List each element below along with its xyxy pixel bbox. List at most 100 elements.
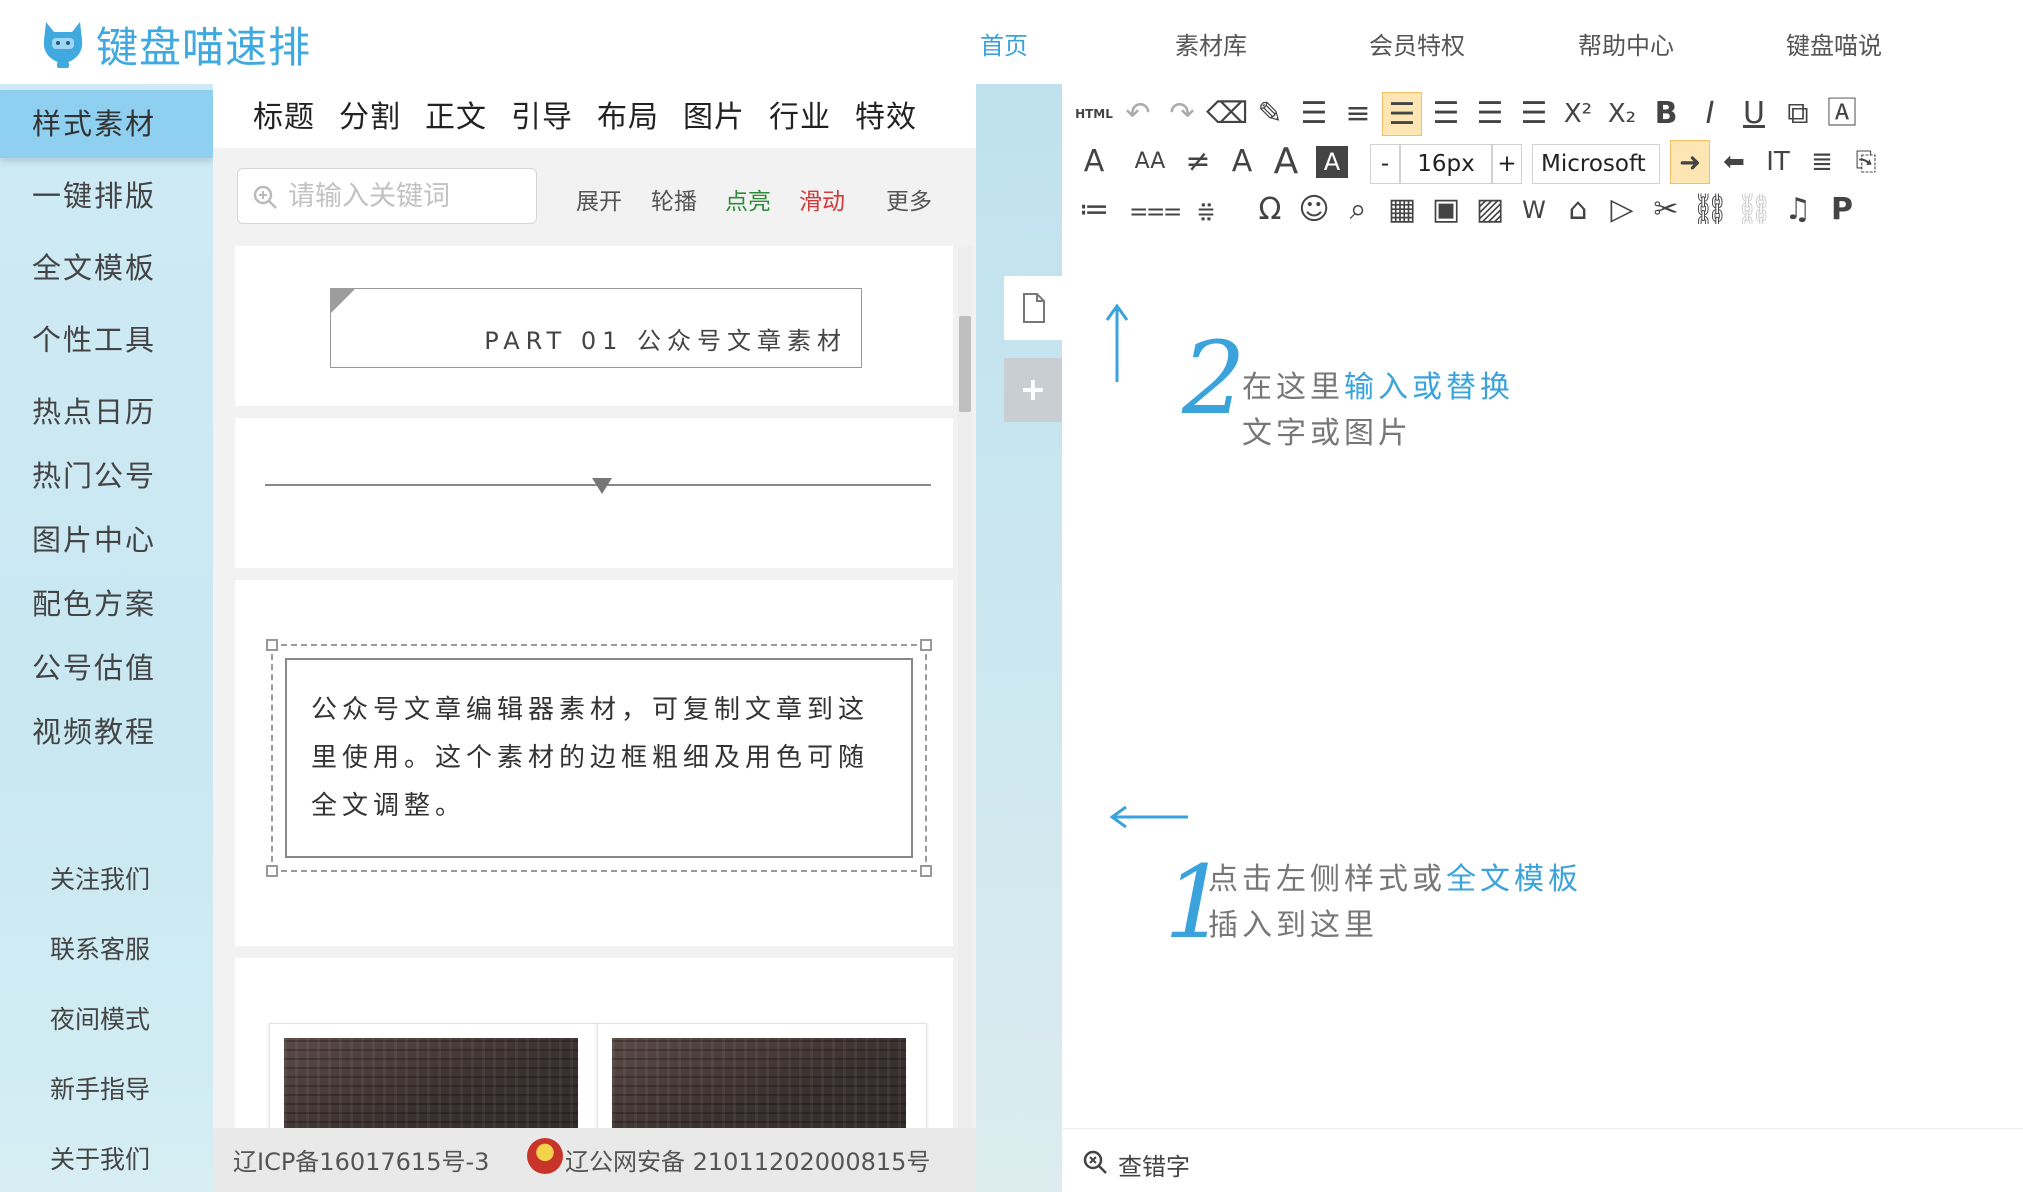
copy-style-icon[interactable]: ⎘ <box>1846 140 1886 184</box>
video-icon[interactable]: ▷ <box>1602 188 1642 232</box>
tab-industry[interactable]: 行业 <box>769 92 831 136</box>
tab-guide[interactable]: 引导 <box>511 92 573 136</box>
format-painter-icon[interactable]: ✎ <box>1250 92 1290 136</box>
sidebar-item-images[interactable]: 图片中心 <box>0 506 213 574</box>
insert-frame-icon[interactable]: ⧉ <box>1778 92 1818 136</box>
unlink-icon[interactable]: ⛓ <box>1734 188 1774 232</box>
arrow-left-circle-icon[interactable]: ⬅ <box>1714 140 1754 184</box>
tab-title[interactable]: 标题 <box>253 92 315 136</box>
card-part-title[interactable]: PART 01 公众号文章素材 <box>235 246 953 406</box>
emoji-icon[interactable]: ☺ <box>1294 188 1334 232</box>
background-pattern-icon[interactable]: ▨ <box>1470 188 1510 232</box>
resize-handle[interactable] <box>266 865 278 877</box>
line-spacing-icon[interactable]: ≡ <box>1338 92 1378 136</box>
bold-icon[interactable]: B <box>1646 92 1686 136</box>
font-color-icon[interactable]: A <box>1074 140 1114 184</box>
music-icon[interactable]: ♫ <box>1778 188 1818 232</box>
sidebar-item-videos[interactable]: 视频教程 <box>0 698 213 766</box>
sidebar-item-calendar[interactable]: 热点日历 <box>0 378 213 446</box>
font-border-icon[interactable]: 🄰 <box>1822 92 1862 136</box>
strikethrough-icon[interactable]: ≠ <box>1178 140 1218 184</box>
font-grow-icon[interactable]: A <box>1266 140 1306 184</box>
document-button[interactable] <box>1004 276 1062 340</box>
arrow-right-circle-icon[interactable]: ➜ <box>1670 140 1710 184</box>
list-icon[interactable]: ≣ <box>1802 140 1842 184</box>
panel-scrollbar[interactable] <box>958 246 972 1128</box>
filter-expand[interactable]: 展开 <box>576 182 622 216</box>
align-right-icon[interactable]: ☰ <box>1470 92 1510 136</box>
card-body-text[interactable]: 公众号文章编辑器素材，可复制文章到这里使用。这个素材的边框粗细及用色可随全文调整… <box>235 580 953 946</box>
subscript-icon[interactable]: X₂ <box>1602 92 1642 136</box>
sidebar-item-templates[interactable]: 全文模板 <box>0 234 213 302</box>
sidebar-item-palettes[interactable]: 配色方案 <box>0 570 213 638</box>
resize-handle[interactable] <box>920 639 932 651</box>
font-shrink-icon[interactable]: A <box>1222 140 1262 184</box>
font-family-select[interactable]: Microsoft <box>1532 144 1660 184</box>
text-direction-icon[interactable]: IT <box>1758 140 1798 184</box>
paragraph-spacing-after-icon[interactable]: ⩷ <box>1186 188 1226 232</box>
nav-materials[interactable]: 素材库 <box>1175 26 1247 61</box>
sidebar-follow-us[interactable]: 关注我们 <box>0 850 213 910</box>
filter-carousel[interactable]: 轮播 <box>651 182 697 216</box>
filter-more[interactable]: 更多 <box>886 182 932 216</box>
tab-body[interactable]: 正文 <box>425 92 487 136</box>
sidebar-about-us[interactable]: 关于我们 <box>0 1130 213 1190</box>
tab-divider[interactable]: 分割 <box>339 92 401 136</box>
add-button[interactable] <box>1004 358 1062 422</box>
letter-spacing-icon[interactable]: AA <box>1130 140 1170 184</box>
justify-icon[interactable]: ☰ <box>1514 92 1554 136</box>
nav-membership[interactable]: 会员特权 <box>1369 26 1465 61</box>
font-size-minus[interactable]: - <box>1370 144 1400 184</box>
eraser-icon[interactable]: ⌫ <box>1206 92 1248 136</box>
indent-icon[interactable]: ☰ <box>1294 92 1334 136</box>
sidebar-item-hot-accounts[interactable]: 热门公号 <box>0 442 213 510</box>
image-icon[interactable]: ▣ <box>1426 188 1466 232</box>
tab-effects[interactable]: 特效 <box>855 92 917 136</box>
background-color-icon[interactable]: A <box>1316 146 1348 178</box>
nav-home[interactable]: 首页 <box>980 26 1028 61</box>
card-images[interactable] <box>235 958 953 1128</box>
sidebar-contact-support[interactable]: 联系客服 <box>0 920 213 980</box>
underline-icon[interactable]: U <box>1734 92 1774 136</box>
clear-format-icon[interactable]: ✂ <box>1646 188 1686 232</box>
filter-slide[interactable]: 滑动 <box>799 182 845 216</box>
italic-icon[interactable]: I <box>1690 92 1730 136</box>
special-char-icon[interactable]: Ω <box>1250 188 1290 232</box>
nav-help[interactable]: 帮助中心 <box>1578 26 1674 61</box>
filter-light-up[interactable]: 点亮 <box>725 182 771 216</box>
html-source-button[interactable]: HTML <box>1074 92 1114 136</box>
undo-icon[interactable]: ↶ <box>1118 92 1158 136</box>
align-left-icon[interactable]: ☰ <box>1382 92 1422 136</box>
ordered-list-icon[interactable]: ≔ <box>1074 188 1114 232</box>
sidebar-item-valuation[interactable]: 公号估值 <box>0 634 213 702</box>
part-title-box: PART 01 公众号文章素材 <box>330 288 862 368</box>
font-size-plus[interactable]: + <box>1492 144 1522 184</box>
redo-icon[interactable]: ↷ <box>1162 92 1202 136</box>
sidebar-night-mode[interactable]: 夜间模式 <box>0 990 213 1050</box>
search-input[interactable] <box>288 177 528 215</box>
up-arrow-icon <box>1105 304 1129 382</box>
card-divider[interactable] <box>235 418 953 568</box>
sidebar-beginner-guide[interactable]: 新手指导 <box>0 1060 213 1120</box>
align-center-icon[interactable]: ☰ <box>1426 92 1466 136</box>
resize-handle[interactable] <box>920 865 932 877</box>
word-import-icon[interactable]: W <box>1514 188 1554 232</box>
resize-handle[interactable] <box>266 639 278 651</box>
paragraph-spacing-icon[interactable]: ⩶ <box>1130 188 1181 232</box>
spellcheck-button[interactable]: 查错字 <box>1118 1147 1190 1182</box>
tab-layout[interactable]: 布局 <box>597 92 659 136</box>
sidebar-item-tools[interactable]: 个性工具 <box>0 306 213 374</box>
tab-image[interactable]: 图片 <box>683 92 745 136</box>
search-replace-icon[interactable]: ⌕ <box>1338 188 1378 232</box>
sidebar-item-one-click-layout[interactable]: 一键排版 <box>0 162 213 230</box>
sidebar-item-styles[interactable]: 样式素材 <box>0 90 213 158</box>
link-icon[interactable]: ⛓ <box>1690 188 1730 232</box>
icp-license[interactable]: 辽ICP备16017615号-3 <box>233 1142 489 1177</box>
paragraph-icon[interactable]: P <box>1822 188 1862 232</box>
table-icon[interactable]: ▦ <box>1382 188 1422 232</box>
police-record[interactable]: 辽公网安备 21011202000815号 <box>565 1142 930 1177</box>
nav-blog[interactable]: 键盘喵说 <box>1786 26 1882 61</box>
map-icon[interactable]: ⌂ <box>1558 188 1598 232</box>
font-size-field[interactable]: 16px <box>1400 144 1492 184</box>
superscript-icon[interactable]: X² <box>1558 92 1598 136</box>
